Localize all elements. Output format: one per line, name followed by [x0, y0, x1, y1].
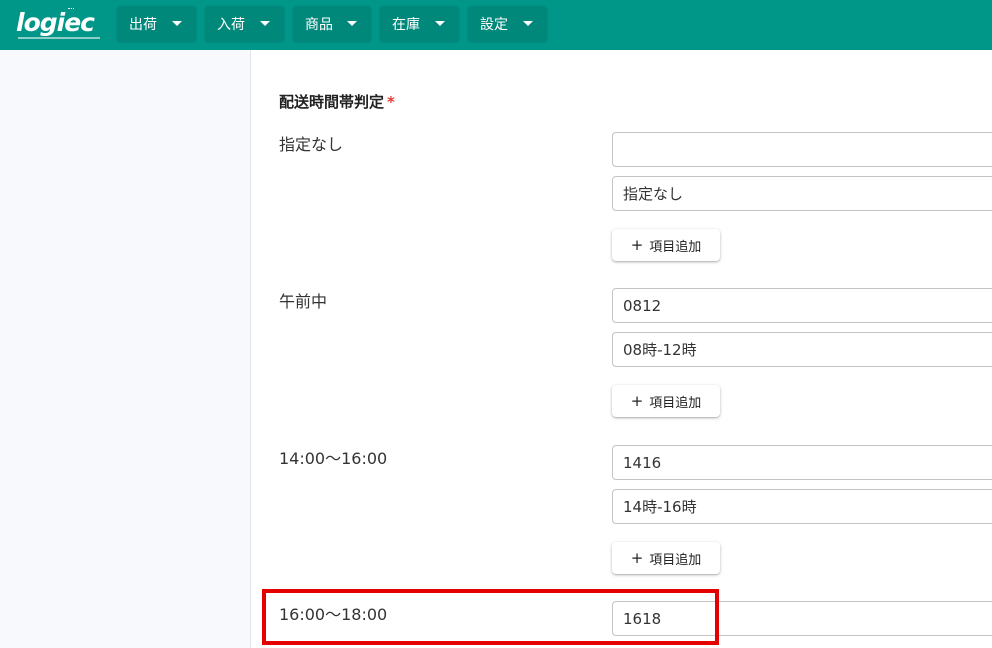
required-mark: * — [387, 93, 395, 111]
add-item-label: 項目追加 — [649, 239, 702, 255]
menu-label: 在庫 — [392, 16, 420, 33]
add-item-label: 項目追加 — [649, 552, 702, 568]
add-item-button[interactable]: + 項目追加 — [612, 385, 720, 417]
caret-down-icon — [172, 21, 182, 26]
highlight-box — [262, 589, 719, 645]
menu-receiving[interactable]: 入荷 — [205, 6, 284, 41]
menu-label: 設定 — [480, 16, 508, 33]
menu-label: 出荷 — [129, 16, 157, 33]
logo-text: logiec — [16, 8, 95, 37]
code-input[interactable] — [612, 132, 992, 167]
add-item-label: 項目追加 — [649, 395, 702, 411]
display-name-input[interactable]: 08時-12時 — [612, 332, 992, 367]
menu-shipping[interactable]: 出荷 — [117, 6, 196, 41]
section-title: 配送時間帯判定 * — [279, 91, 395, 112]
add-item-button[interactable]: + 項目追加 — [612, 229, 720, 261]
row-label-1416: 14:00〜16:00 — [279, 449, 388, 468]
caret-down-icon — [435, 21, 445, 26]
section-title-text: 配送時間帯判定 — [279, 93, 385, 111]
plus-icon: + — [630, 391, 644, 410]
row-label-morning: 午前中 — [279, 292, 328, 311]
menu-inventory[interactable]: 在庫 — [380, 6, 459, 41]
menu-settings[interactable]: 設定 — [468, 6, 547, 41]
code-input[interactable]: 0812 — [612, 288, 992, 323]
display-name-input[interactable]: 指定なし — [612, 176, 992, 211]
add-item-button[interactable]: + 項目追加 — [612, 542, 720, 574]
sidebar — [0, 50, 251, 648]
caret-down-icon — [347, 21, 357, 26]
plus-icon: + — [630, 548, 644, 567]
caret-down-icon — [260, 21, 270, 26]
plus-icon: + — [630, 235, 644, 254]
caret-down-icon — [523, 21, 533, 26]
logiec-logo[interactable]: logiec — [16, 8, 100, 40]
menu-label: 入荷 — [217, 16, 245, 33]
display-name-input[interactable]: 14時-16時 — [612, 489, 992, 524]
row-label-none: 指定なし — [279, 135, 344, 154]
logo-mark — [68, 8, 74, 12]
top-navbar: logiec 出荷 入荷 商品 在庫 設定 — [0, 0, 992, 50]
menu-products[interactable]: 商品 — [293, 6, 371, 41]
code-input[interactable]: 1416 — [612, 445, 992, 480]
logo-tagline — [18, 37, 100, 39]
menu-label: 商品 — [305, 16, 333, 33]
